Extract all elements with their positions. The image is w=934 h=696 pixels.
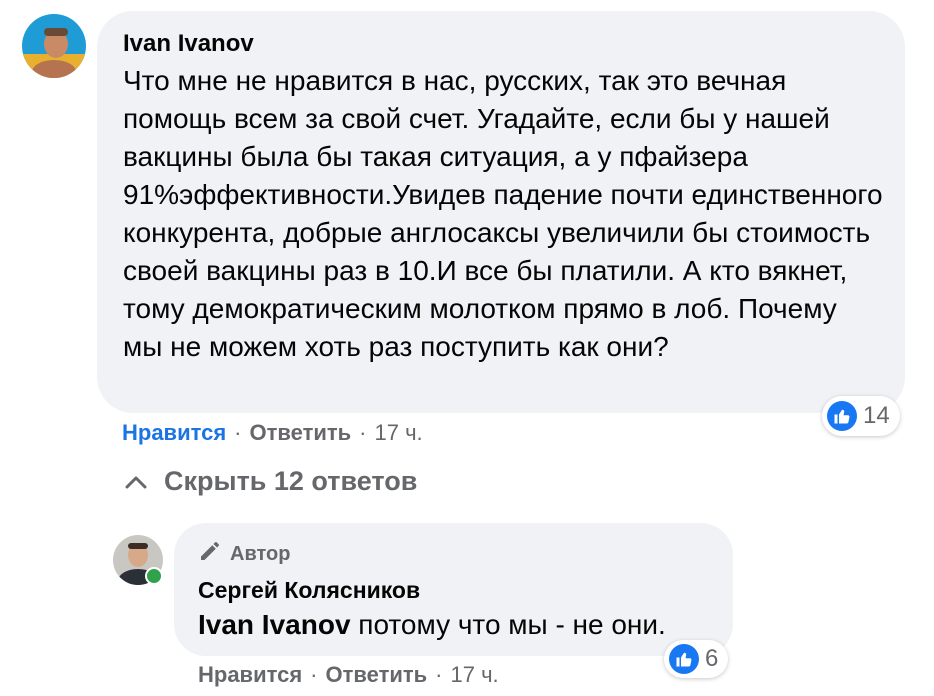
online-status-indicator: [145, 567, 163, 585]
reply-text-body: потому что мы - не они.: [358, 609, 666, 640]
comment-author-name[interactable]: Ivan Ivanov: [123, 30, 879, 58]
reply-bubble: Автор Сергей Колясников Ivan Ivanov пото…: [174, 523, 733, 656]
like-icon: [827, 401, 857, 431]
like-button[interactable]: Нравится: [122, 420, 226, 446]
separator: ·: [234, 420, 242, 445]
reaction-count: 6: [705, 645, 719, 672]
reply-like-button[interactable]: Нравится: [198, 662, 302, 688]
reply-button[interactable]: Ответить: [250, 420, 352, 446]
author-badge-label: Автор: [230, 542, 291, 565]
avatar-ivan-ivanov[interactable]: [22, 14, 86, 78]
comment-bubble: Ivan Ivanov Что мне не нравится в нас, р…: [97, 11, 905, 413]
separator: ·: [435, 662, 443, 687]
reply-reply-button[interactable]: Ответить: [326, 662, 428, 688]
comment-reaction-count[interactable]: 14: [822, 396, 900, 436]
separator: ·: [359, 420, 367, 445]
separator: ·: [310, 662, 318, 687]
reply-text: Ivan Ivanov потому что мы - не они.: [198, 606, 707, 644]
comment-text: Что мне не нравится в нас, русских, так …: [123, 65, 883, 362]
hide-replies-button[interactable]: Скрыть 12 ответов: [124, 466, 417, 497]
reaction-count: 14: [863, 402, 890, 429]
reply-actions: Нравится · Ответить · 17 ч.: [198, 662, 499, 688]
like-icon: [669, 644, 699, 674]
pencil-icon: [198, 539, 222, 569]
reply-reaction-count[interactable]: 6: [664, 640, 729, 678]
chevron-up-icon: [124, 466, 148, 497]
author-badge: Автор: [198, 539, 707, 569]
reply-author-name[interactable]: Сергей Колясников: [198, 577, 707, 604]
mention-link[interactable]: Ivan Ivanov: [198, 609, 351, 640]
comment-actions: Нравится · Ответить · 17 ч.: [122, 420, 423, 446]
reply-timestamp[interactable]: 17 ч.: [451, 662, 499, 688]
hide-replies-label: Скрыть 12 ответов: [164, 466, 418, 496]
comment-timestamp[interactable]: 17 ч.: [375, 420, 423, 446]
